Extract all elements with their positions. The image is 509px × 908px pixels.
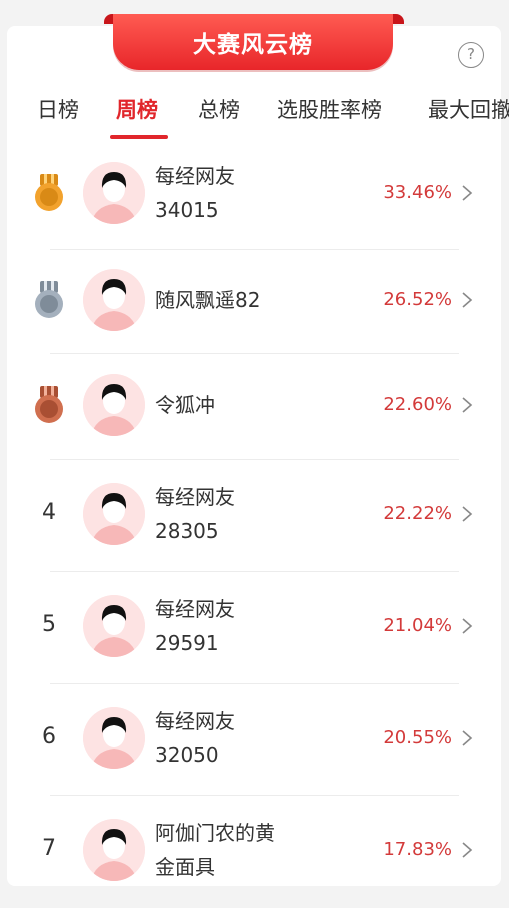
rank-number: 4 (42, 500, 56, 525)
tab-win-rate[interactable]: 选股胜率榜 (277, 94, 382, 124)
bronze-medal-icon (33, 386, 65, 424)
username: 令狐冲 (155, 393, 215, 417)
rank-number: 5 (42, 612, 56, 637)
ranking-row[interactable]: 随风飘遥82 26.52% (0, 250, 509, 354)
help-icon[interactable]: ? (458, 42, 484, 68)
rank-number: 6 (42, 724, 56, 749)
username: 每经网友 28305 (155, 485, 235, 543)
ranking-row[interactable]: 6 每经网友 32050 20.55% (0, 684, 509, 796)
tab-total[interactable]: 总榜 (198, 94, 240, 124)
avatar (83, 819, 145, 881)
return-percent: 33.46% (383, 182, 452, 203)
avatar (83, 707, 145, 769)
return-percent: 17.83% (383, 839, 452, 860)
chevron-right-icon[interactable] (461, 184, 473, 202)
username: 阿伽门农的黄 金面具 (155, 821, 275, 879)
chevron-right-icon[interactable] (461, 291, 473, 309)
tab-weekly[interactable]: 周榜 (116, 94, 158, 124)
username: 随风飘遥82 (155, 288, 261, 312)
avatar (83, 374, 145, 436)
avatar (83, 595, 145, 657)
return-percent: 22.60% (383, 394, 452, 415)
return-percent: 22.22% (383, 503, 452, 524)
banner-right-fold (392, 14, 404, 24)
page-title: 大赛风云榜 (113, 14, 393, 70)
gold-medal-icon (33, 174, 65, 212)
chevron-right-icon[interactable] (461, 505, 473, 523)
rank-number: 7 (42, 836, 56, 861)
return-percent: 26.52% (383, 289, 452, 310)
username: 每经网友 34015 (155, 164, 235, 222)
return-percent: 20.55% (383, 727, 452, 748)
ranking-row[interactable]: 4 每经网友 28305 22.22% (0, 460, 509, 572)
ranking-row[interactable]: 5 每经网友 29591 21.04% (0, 572, 509, 684)
chevron-right-icon[interactable] (461, 841, 473, 859)
ranking-row[interactable]: 令狐冲 22.60% (0, 354, 509, 460)
chevron-right-icon[interactable] (461, 396, 473, 414)
active-tab-indicator (110, 135, 168, 139)
tab-max-drawdown[interactable]: 最大回撤 (428, 94, 509, 124)
tab-bar: 日榜 周榜 总榜 选股胜率榜 最大回撤 (0, 84, 509, 144)
ranking-row[interactable]: 每经网友 34015 33.46% (0, 140, 509, 250)
ranking-row[interactable]: 7 阿伽门农的黄 金面具 17.83% (0, 796, 509, 908)
avatar (83, 483, 145, 545)
silver-medal-icon (33, 281, 65, 319)
avatar (83, 269, 145, 331)
chevron-right-icon[interactable] (461, 617, 473, 635)
chevron-right-icon[interactable] (461, 729, 473, 747)
avatar (83, 162, 145, 224)
username: 每经网友 32050 (155, 709, 235, 767)
tab-daily[interactable]: 日榜 (37, 94, 79, 124)
return-percent: 21.04% (383, 615, 452, 636)
username: 每经网友 29591 (155, 597, 235, 655)
